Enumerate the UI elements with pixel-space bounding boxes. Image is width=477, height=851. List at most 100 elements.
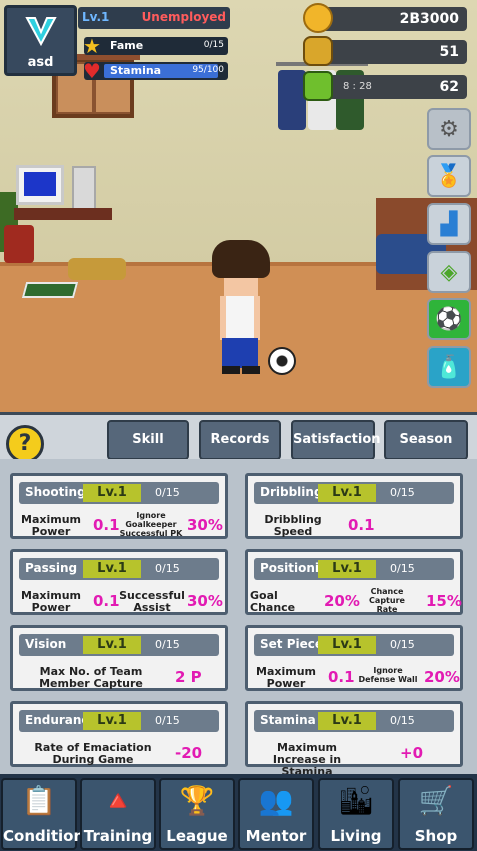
player-character[interactable]: [210, 240, 274, 376]
skill-card-shooting[interactable]: Shooting Lv.1 0/15 Maximum Power 0.1 Ignor…: [10, 473, 228, 539]
skill-progress: 0/15: [390, 638, 415, 651]
fame-value: 0/15: [203, 40, 224, 50]
stat-value: 0.1: [93, 592, 120, 610]
nav-label: Condition: [3, 827, 85, 845]
skill-progress: 0/15: [155, 486, 180, 499]
nav-league[interactable]: 🏆 League: [159, 778, 235, 850]
city-icon: 🏙: [338, 784, 374, 817]
tab-skill-ability[interactable]: Skill Ability: [107, 420, 189, 483]
ticket-icon: [303, 71, 333, 101]
skill-progress: 0/15: [390, 714, 415, 727]
stamina-bar: ♥ Stamina 95/100: [83, 59, 228, 83]
skill-title: Vision: [25, 637, 67, 651]
tab-records[interactable]: Records: [199, 420, 281, 460]
player-job: Unemployed: [141, 10, 226, 24]
player-name: asd: [27, 55, 54, 70]
soccer-button[interactable]: ⚽: [427, 298, 471, 340]
player-avatar[interactable]: asd: [4, 5, 77, 76]
skill-panel: ? Skill Ability Records Satisfaction Sea…: [0, 412, 477, 778]
skill-card-dribbling[interactable]: Dribbling Lv.1 0/15 Dribbling Speed 0.1: [245, 473, 463, 539]
skill-progress: 0/15: [155, 714, 180, 727]
floor-cushion: [68, 258, 126, 280]
stat-label: Max No. of Team Member Capture: [39, 665, 143, 690]
desk: [14, 208, 112, 220]
ranking-button[interactable]: ▟: [427, 203, 471, 245]
nav-training[interactable]: 🔺 Training: [80, 778, 156, 850]
stat-label: Ignore Goalkeeper Successful PK: [119, 511, 183, 538]
stat-value: +0: [400, 744, 424, 762]
stat-value: 0.1: [348, 516, 375, 534]
mentor-icon: 👥: [258, 784, 294, 817]
gem-icon: [303, 36, 333, 66]
stat-label: Successful Assist: [119, 589, 185, 614]
stat-value: 20%: [424, 668, 460, 686]
energy-drink-icon: 🧴: [435, 354, 463, 380]
skill-level: Lv.1: [318, 712, 376, 730]
player-level: Lv.1: [82, 10, 110, 24]
ticket-counter[interactable]: 8 : 28 62: [303, 71, 467, 101]
bottom-nav: 📋 Condition 🔺 Training 🏆 League 👥 Mentor…: [0, 774, 477, 851]
skill-level: Lv.1: [318, 636, 376, 654]
soccer-ball-icon: ⚽: [435, 306, 463, 332]
stat-value: 15%: [426, 592, 462, 610]
skill-card-stamina[interactable]: Stamina Lv.1 0/15 Maximum Increase in Stam…: [245, 701, 463, 778]
ticket-value: 62: [439, 79, 459, 95]
skill-level: Lv.1: [83, 712, 141, 730]
help-button[interactable]: ?: [6, 425, 44, 463]
stat-value: 30%: [187, 592, 223, 610]
tab-satisfaction[interactable]: Satisfaction: [291, 420, 381, 460]
nav-label: Mentor: [245, 827, 307, 845]
boost-button[interactable]: 🧴: [427, 346, 471, 388]
stat-label: Dribbling Speed: [264, 513, 322, 538]
computer-tower: [72, 166, 96, 214]
cones-icon: 🔺: [100, 784, 136, 817]
ticket-timer: 8 : 28: [343, 81, 372, 92]
skill-level: Lv.1: [83, 560, 141, 578]
gear-icon: ⚙: [439, 116, 459, 142]
stat-value: 2 P: [175, 668, 202, 686]
skill-card-endurance[interactable]: Endurance Lv.1 0/15 Rate of Emaciation Dur…: [10, 701, 228, 767]
stamina-label: Stamina: [110, 64, 162, 77]
skill-card-passing[interactable]: Passing Lv.1 0/15 Maximum Power 0.1 Succes…: [10, 549, 228, 615]
stat-label: Maximum Power: [21, 589, 81, 614]
nav-mentor[interactable]: 👥 Mentor: [238, 778, 314, 850]
ticket-button[interactable]: ◈: [427, 251, 471, 293]
stat-label: Maximum Power: [256, 665, 316, 690]
team-logo-icon: [25, 17, 57, 47]
stat-label: Chance Capture Rate: [369, 587, 405, 614]
heart-icon: ♥: [83, 59, 101, 83]
tab-season-data[interactable]: Season Data: [384, 420, 468, 483]
nav-label: Living: [330, 827, 382, 845]
skill-title: Set Piece: [260, 637, 323, 651]
settings-button[interactable]: ⚙: [427, 108, 471, 150]
skill-card-positioning[interactable]: Positioning Lv.1 0/15 Goal Chance 20% Chan…: [245, 549, 463, 615]
skill-title: Passing: [25, 561, 78, 575]
magazine: [21, 282, 79, 298]
chair: [4, 225, 34, 263]
nav-living[interactable]: 🏙 Living: [318, 778, 394, 850]
nav-shop[interactable]: 🛒 Shop: [398, 778, 474, 850]
gem-counter[interactable]: 51: [303, 36, 467, 66]
skill-progress: 0/15: [155, 562, 180, 575]
skill-card-vision[interactable]: Vision Lv.1 0/15 Max No. of Team Member Ca…: [10, 625, 228, 691]
coin-icon: [303, 3, 333, 33]
clipboard-icon: 📋: [21, 784, 57, 817]
ticket-icon: ◈: [440, 259, 458, 285]
stat-label: Ignore Defense Wall: [358, 666, 418, 684]
medal-icon: 🏅: [435, 163, 463, 189]
nav-condition[interactable]: 📋 Condition: [1, 778, 85, 850]
stat-value: 20%: [324, 592, 360, 610]
stamina-value: 95/100: [192, 65, 224, 75]
skill-card-set-piece[interactable]: Set Piece Lv.1 0/15 Maximum Power 0.1 Igno…: [245, 625, 463, 691]
medal-button[interactable]: 🏅: [427, 155, 471, 197]
stat-value: 0.1: [328, 668, 355, 686]
nav-label: League: [166, 827, 228, 845]
coin-counter[interactable]: 2B3000: [303, 3, 467, 33]
skill-level: Lv.1: [83, 484, 141, 502]
skill-progress: 0/15: [155, 638, 180, 651]
skill-title: Shooting: [25, 485, 86, 499]
stat-value: 30%: [187, 516, 223, 534]
soccer-ball[interactable]: [268, 347, 296, 375]
trophy-icon: 🏆: [179, 784, 215, 817]
skill-level: Lv.1: [318, 484, 376, 502]
